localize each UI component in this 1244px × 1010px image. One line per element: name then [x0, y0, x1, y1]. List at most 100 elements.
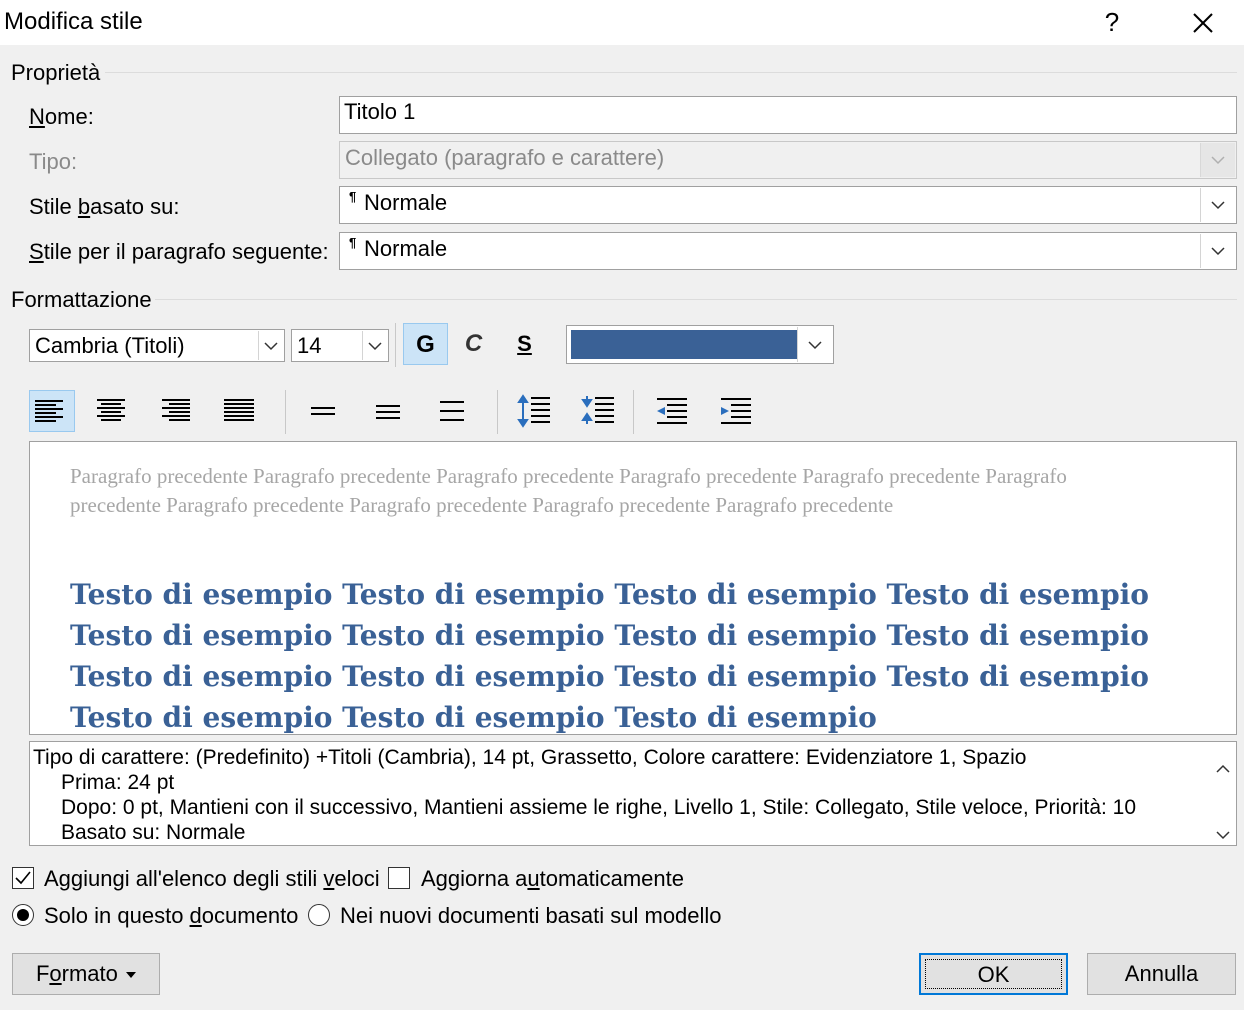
chevron-down-icon: [264, 341, 278, 350]
font-select[interactable]: Cambria (Titoli): [29, 329, 285, 362]
only-this-document-radio[interactable]: [12, 904, 34, 926]
description-line: Prima: 24 pt: [61, 771, 175, 794]
checkmark-icon: [15, 871, 31, 885]
chevron-down-icon: [1216, 831, 1230, 840]
based-on-label-pre: Stile: [29, 194, 78, 219]
close-button[interactable]: [1178, 2, 1226, 42]
underline-button[interactable]: S: [502, 323, 547, 365]
format-accel: o: [49, 961, 62, 986]
toolbar-separator: [395, 323, 396, 367]
previous-paragraph-text: Paragrafo precedente Paragrafo precedent…: [70, 464, 1067, 517]
align-left-button[interactable]: [29, 390, 75, 432]
paragraph-icon: ¶: [349, 235, 357, 250]
cancel-button[interactable]: Annulla: [1087, 953, 1236, 995]
style-description[interactable]: Tipo di carattere: (Predefinito) +Titoli…: [29, 741, 1237, 846]
chevron-up-icon: [1216, 764, 1230, 773]
font-select-value: Cambria (Titoli): [35, 333, 185, 358]
align-right-icon: [162, 399, 190, 421]
next-style-label-accel: S: [29, 239, 44, 264]
align-right-button[interactable]: [152, 390, 198, 432]
bold-button[interactable]: G: [403, 323, 448, 365]
radio-selected-dot: [17, 909, 29, 921]
type-select-dropdown: [1200, 143, 1235, 177]
align-justify-icon: [224, 399, 254, 421]
add-to-quick-styles-checkbox[interactable]: [12, 867, 34, 889]
chevron-down-icon: [1211, 247, 1225, 256]
font-color-select[interactable]: [566, 325, 834, 364]
decrease-indent-button[interactable]: [649, 390, 695, 432]
decrease-paragraph-spacing-button[interactable]: [576, 390, 622, 432]
description-line: Basato su: Normale: [61, 821, 246, 844]
format-post: rmato: [61, 961, 118, 986]
toolbar-separator: [497, 390, 498, 434]
format-pre: F: [35, 961, 50, 986]
add-to-quick-styles-label[interactable]: Aggiungi all'elenco degli stili veloci: [44, 866, 380, 892]
name-input[interactable]: Titolo 1: [339, 96, 1237, 134]
align-center-icon: [97, 399, 125, 421]
new-documents-radio[interactable]: [308, 904, 330, 926]
dialog-title: Modifica stile: [4, 8, 143, 35]
spacing-increase-icon: [517, 394, 550, 428]
scroll-down-button[interactable]: [1216, 820, 1230, 845]
ok-button[interactable]: OK: [919, 953, 1068, 995]
properties-section-title: Proprietà: [11, 60, 101, 85]
next-style-label: Stile per il paragrafo seguente:: [29, 239, 329, 265]
new-documents-label[interactable]: Nei nuovi documenti basati sul modello: [340, 903, 722, 929]
title-bar: [0, 0, 1244, 45]
increase-indent-button[interactable]: [713, 390, 759, 432]
scroll-up-button[interactable]: [1216, 754, 1230, 780]
add-quick-accel: v: [323, 866, 335, 891]
font-dropdown-button[interactable]: [258, 331, 283, 360]
chevron-down-icon: [368, 341, 382, 350]
auto-update-pre: Aggiorna a: [421, 866, 528, 891]
formatting-section-title: Formattazione: [11, 287, 152, 312]
add-quick-pre: Aggiungi all'elenco degli stili: [44, 866, 324, 891]
font-color-swatch: [571, 330, 797, 359]
italic-button[interactable]: C: [451, 323, 496, 365]
format-menu-button[interactable]: Formato: [12, 953, 160, 995]
one-half-spacing-button[interactable]: [365, 390, 411, 432]
based-on-dropdown-button[interactable]: [1200, 188, 1235, 222]
double-spacing-button[interactable]: [429, 390, 475, 432]
font-size-dropdown-button[interactable]: [362, 331, 387, 360]
auto-update-accel: u: [527, 866, 540, 891]
increase-paragraph-spacing-button[interactable]: [512, 390, 558, 432]
chevron-down-icon: [1211, 201, 1225, 210]
only-doc-post: ocumento: [201, 903, 299, 928]
line-spacing-double-icon: [440, 401, 464, 421]
next-style-dropdown-button[interactable]: [1200, 234, 1235, 268]
chevron-down-icon: [1211, 156, 1225, 165]
indent-increase-icon: [721, 398, 751, 424]
based-on-label-post: asato su:: [90, 194, 180, 219]
next-style-select[interactable]: ¶ Normale: [339, 232, 1237, 270]
type-select: Collegato (paragrafo e carattere): [339, 141, 1237, 179]
auto-update-label[interactable]: Aggiorna automaticamente: [421, 866, 684, 892]
font-size-select[interactable]: 14: [291, 329, 389, 362]
line-spacing-onehalf-icon: [376, 405, 400, 419]
auto-update-checkbox[interactable]: [388, 867, 410, 889]
paragraph-icon: ¶: [349, 189, 357, 204]
auto-update-post: tomaticamente: [539, 866, 684, 891]
name-label-accel: N: [29, 104, 45, 129]
font-color-dropdown-button[interactable]: [797, 327, 832, 362]
chevron-down-icon: [808, 340, 822, 349]
based-on-select[interactable]: ¶ Normale: [339, 186, 1237, 224]
single-spacing-button[interactable]: [300, 390, 346, 432]
based-on-label: Stile basato su:: [29, 194, 179, 220]
sample-text: Testo di esempio Testo di esempio Testo …: [70, 578, 1149, 734]
type-select-value: Collegato (paragrafo e carattere): [345, 145, 665, 170]
only-doc-accel: d: [189, 903, 202, 928]
align-center-button[interactable]: [89, 390, 135, 432]
name-label: Nome:: [29, 104, 94, 130]
align-left-icon: [35, 400, 63, 422]
help-button[interactable]: ?: [1090, 2, 1134, 42]
close-icon: [1193, 13, 1213, 33]
toolbar-separator: [633, 390, 634, 434]
justify-button[interactable]: [216, 390, 262, 432]
add-quick-post: eloci: [334, 866, 380, 891]
description-line: Dopo: 0 pt, Mantieni con il successivo, …: [61, 796, 1137, 819]
next-style-select-value: Normale: [364, 236, 448, 261]
based-on-label-accel: b: [77, 194, 91, 219]
only-this-document-label[interactable]: Solo in questo documento: [44, 903, 298, 929]
font-size-value: 14: [297, 333, 322, 358]
